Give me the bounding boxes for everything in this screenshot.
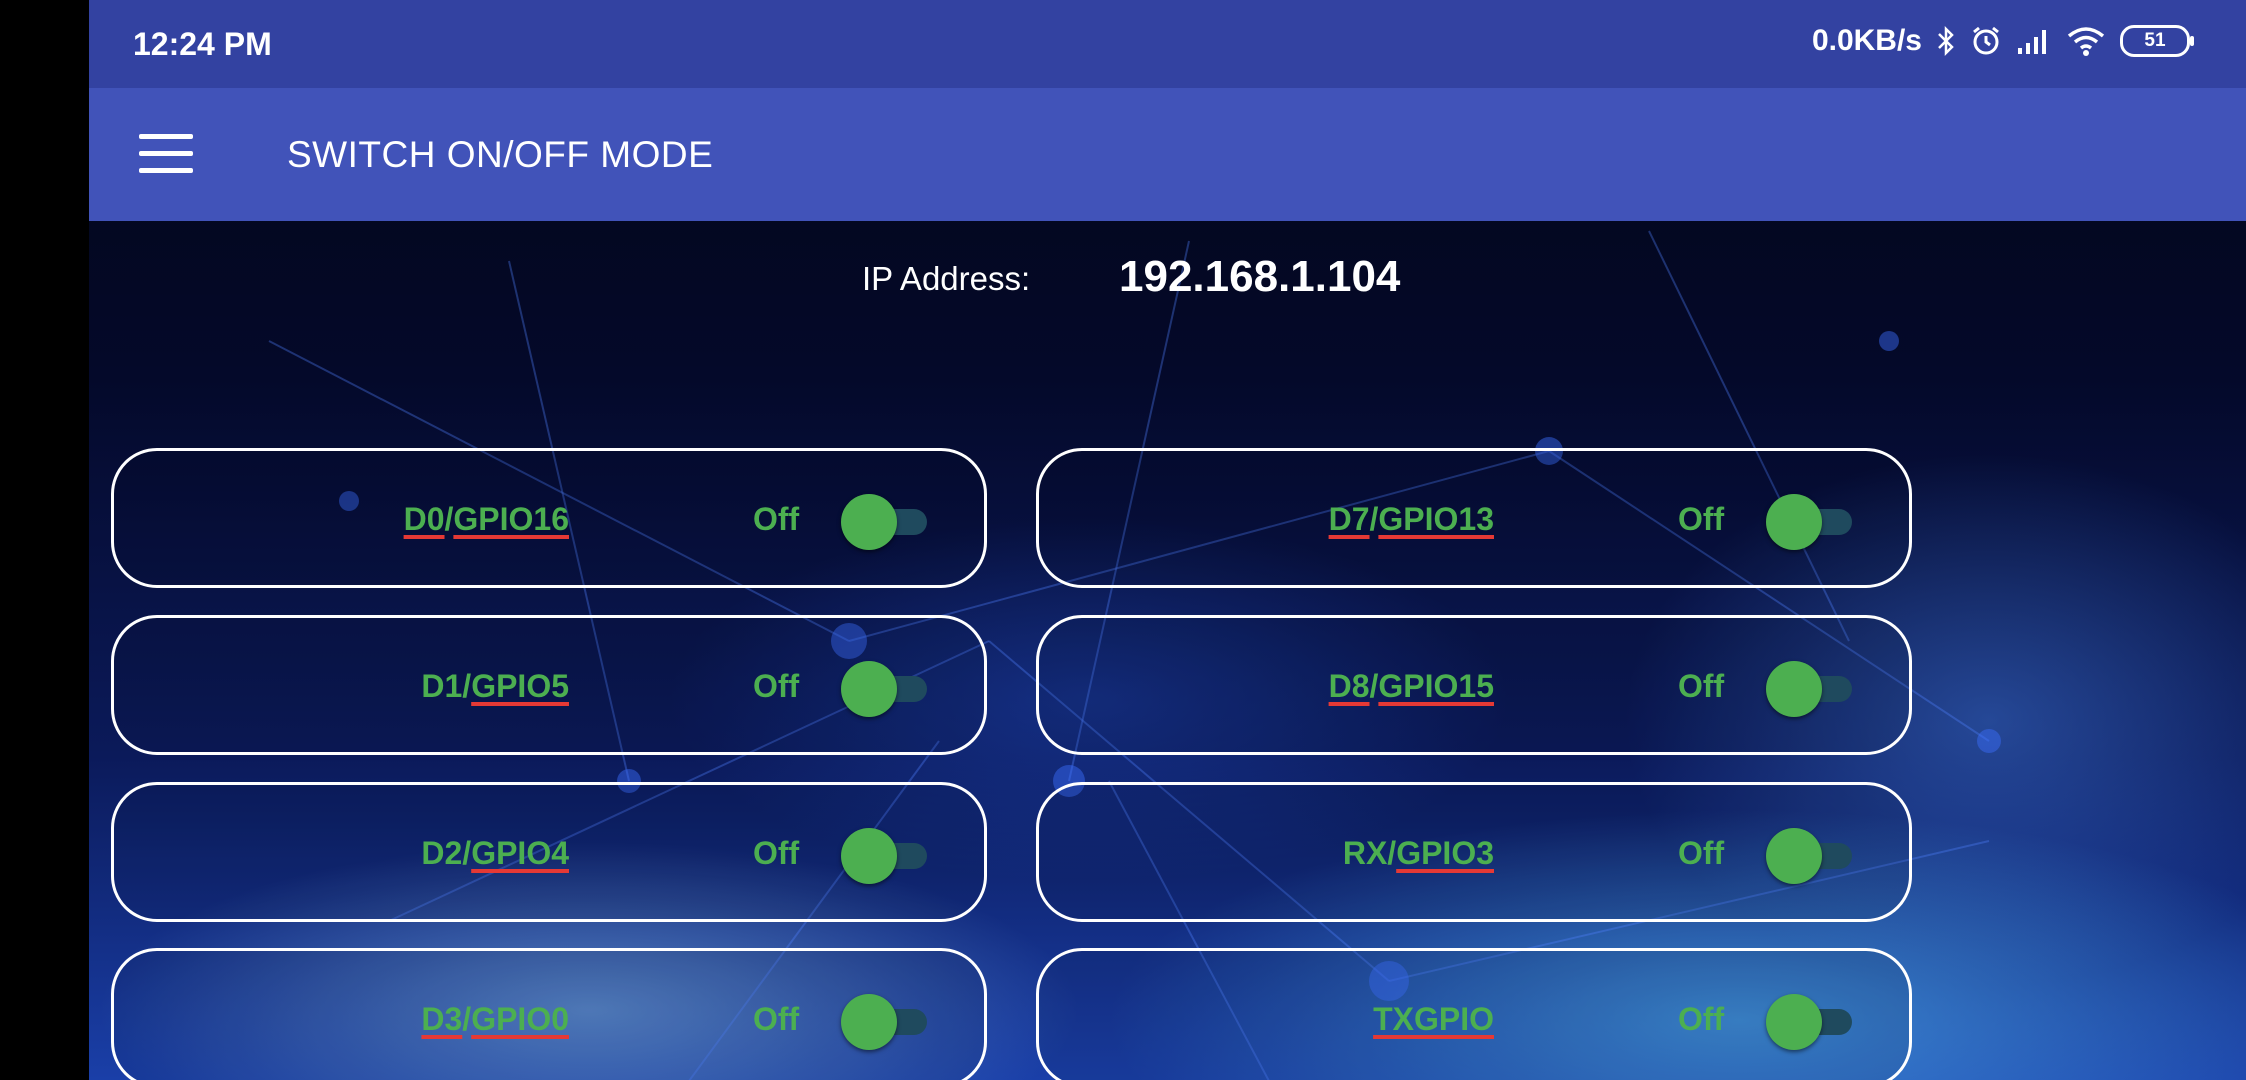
pin-label: RX/GPIO3	[1342, 835, 1494, 871]
pin-state: Off	[1678, 501, 1725, 537]
pin-state: Off	[1678, 1001, 1725, 1037]
toggle-switch-d7[interactable]	[1766, 493, 1856, 551]
app-bar: SWITCH ON/OFF MODE	[89, 88, 2246, 221]
pin-state: Off	[1678, 668, 1725, 704]
page-title: SWITCH ON/OFF MODE	[287, 134, 714, 175]
toggle-switch-d1[interactable]	[841, 660, 931, 718]
pin-state: Off	[1678, 835, 1725, 871]
pin-card-tx: TXGPIO Off	[1036, 948, 1912, 1080]
bluetooth-icon	[1936, 25, 1956, 57]
pin-card-d1: D1/GPIO5 Off	[111, 615, 987, 755]
pin-label: D2/GPIO4	[421, 835, 569, 871]
status-bar: 12:24 PM 0.0KB/s 51	[89, 0, 2246, 88]
alarm-icon	[1970, 25, 2002, 57]
pin-card-d2: D2/GPIO4 Off	[111, 782, 987, 922]
pin-card-d0: D0/GPIO16 Off	[111, 448, 987, 588]
pin-label: D7/GPIO13	[1328, 501, 1494, 537]
pin-state: Off	[753, 501, 800, 537]
battery-icon: 51	[2120, 25, 2194, 57]
wifi-icon	[2066, 25, 2106, 57]
app-screen: 12:24 PM 0.0KB/s 51 SWITCH ON/OFF MODE I…	[89, 0, 2246, 1080]
pin-label: D1/GPIO5	[421, 668, 569, 704]
status-icons: 0.0KB/s 51	[1811, 24, 2194, 58]
hamburger-menu-icon[interactable]	[139, 134, 193, 174]
pin-card-d3: D3/GPIO0 Off	[111, 948, 987, 1080]
pin-label: TXGPIO	[1373, 1001, 1494, 1037]
ip-address-label: IP Address:	[862, 260, 1031, 297]
pin-card-d8: D8/GPIO15 Off	[1036, 615, 1912, 755]
toggle-switch-d0[interactable]	[841, 493, 931, 551]
ip-address-value: 192.168.1.104	[1119, 252, 1401, 301]
status-time: 12:24 PM	[133, 26, 272, 62]
pin-card-rx: RX/GPIO3 Off	[1036, 782, 1912, 922]
toggle-switch-d2[interactable]	[841, 827, 931, 885]
pin-state: Off	[753, 1001, 800, 1037]
pin-card-d7: D7/GPIO13 Off	[1036, 448, 1912, 588]
toggle-switch-d8[interactable]	[1766, 660, 1856, 718]
net-speed: 0.0KB/s	[1811, 24, 1922, 57]
signal-icon	[2016, 26, 2052, 56]
pin-state: Off	[753, 668, 800, 704]
pin-label: D0/GPIO16	[403, 501, 569, 537]
pin-label: D3/GPIO0	[421, 1001, 569, 1037]
pin-label: D8/GPIO15	[1328, 668, 1494, 704]
pin-state: Off	[753, 835, 800, 871]
toggle-switch-d3[interactable]	[841, 993, 931, 1051]
toggle-switch-rx[interactable]	[1766, 827, 1856, 885]
toggle-switch-tx[interactable]	[1766, 993, 1856, 1051]
